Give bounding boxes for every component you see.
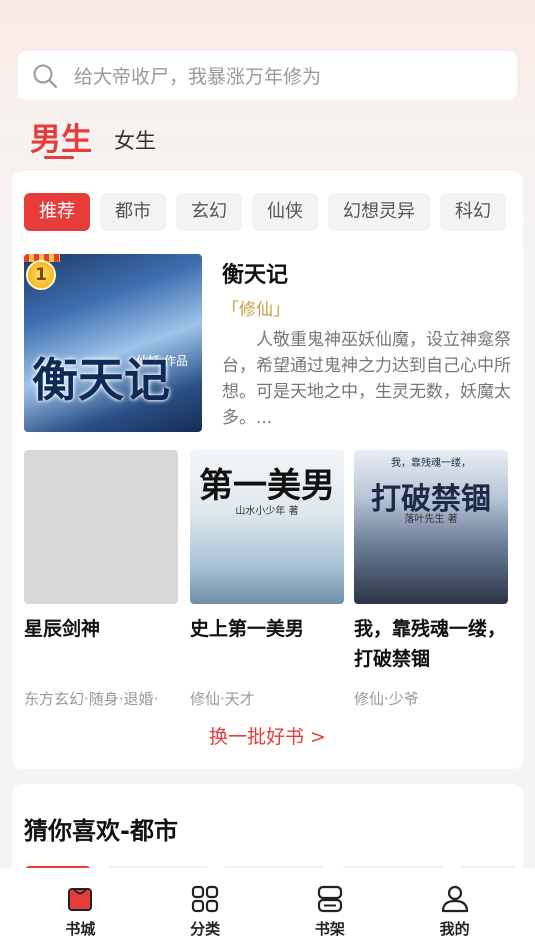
book-cover: 第一美男 山水小少年 著 bbox=[190, 450, 344, 604]
book-meta: 东方玄幻·随身·退婚· bbox=[24, 690, 159, 708]
tab-recommend[interactable]: 推荐 bbox=[24, 193, 90, 231]
featured-book-description: 人敬重鬼神巫妖仙魔，设立神龛祭台，希望通过鬼神之力达到自己心中所想。可是天地之中… bbox=[222, 330, 511, 428]
nav-bookshelf[interactable]: 书架 bbox=[282, 884, 378, 951]
nav-label: 书城 bbox=[65, 920, 96, 938]
book-item[interactable]: 第一美男 山水小少年 著 史上第一美男 修仙·天才 bbox=[190, 450, 344, 709]
search-placeholder: 给大帝收尸，我暴涨万年修为 bbox=[74, 66, 322, 88]
cover-author: 落叶先生 著 bbox=[404, 514, 458, 525]
cover-title: 第一美男 bbox=[199, 466, 335, 506]
nav-profile[interactable]: 我的 bbox=[407, 884, 503, 951]
cover-title: 衡天记 bbox=[32, 353, 170, 407]
cover-subtitle: 我，靠残魂一缕， bbox=[391, 458, 471, 469]
book-title: 星辰剑神 bbox=[24, 618, 101, 640]
search-icon bbox=[33, 64, 58, 88]
cover-author: 山水小少年 著 bbox=[235, 506, 299, 517]
category-grid-icon bbox=[192, 885, 219, 913]
section-title: 猜你喜欢-都市 bbox=[24, 817, 178, 845]
book-item[interactable]: 星辰剑神 东方玄幻·随身·退婚· bbox=[24, 450, 178, 709]
featured-book-tag: 「修仙」 bbox=[222, 300, 290, 320]
bookshelf-icon bbox=[317, 885, 342, 913]
search-bar[interactable]: 给大帝收尸，我暴涨万年修为 bbox=[18, 51, 517, 100]
nav-label: 我的 bbox=[439, 920, 470, 938]
featured-book-title[interactable]: 衡天记 bbox=[222, 257, 288, 289]
rank-badge: 1 bbox=[26, 260, 56, 290]
book-cover-placeholder bbox=[24, 450, 178, 604]
gender-tabs: 男生 女生 bbox=[30, 114, 156, 159]
bookstore-icon bbox=[68, 888, 93, 911]
book-title: 史上第一美男 bbox=[190, 618, 305, 640]
book-cover: 我，靠残魂一缕， 打破禁锢 落叶先生 著 bbox=[354, 450, 508, 604]
tab-supernatural[interactable]: 幻想灵异 bbox=[328, 193, 430, 231]
book-meta: 修仙·天才 bbox=[190, 690, 255, 708]
bottom-nav: 书城 分类 书架 我的 bbox=[0, 868, 535, 951]
category-tabs: 推荐 都市 玄幻 仙侠 幻想灵异 科幻 bbox=[24, 193, 511, 231]
book-meta: 修仙·少爷 bbox=[354, 690, 419, 708]
nav-label: 分类 bbox=[190, 920, 221, 938]
tab-female[interactable]: 女生 bbox=[114, 125, 156, 155]
refresh-books-button[interactable]: 换一批好书 > bbox=[12, 722, 523, 749]
profile-icon bbox=[441, 885, 468, 913]
recommend-card: 推荐 都市 玄幻 仙侠 幻想灵异 科幻 1 仙妖·作品 衡天记 衡天记 「修仙」 人敬重鬼… bbox=[12, 171, 523, 769]
tab-fantasy[interactable]: 玄幻 bbox=[176, 193, 242, 231]
tab-urban[interactable]: 都市 bbox=[100, 193, 166, 231]
nav-label: 书架 bbox=[314, 920, 345, 938]
nav-bookstore[interactable]: 书城 bbox=[32, 884, 128, 951]
nav-category[interactable]: 分类 bbox=[157, 884, 253, 951]
featured-book-cover[interactable]: 1 仙妖·作品 衡天记 bbox=[24, 254, 202, 432]
tab-scifi[interactable]: 科幻 bbox=[440, 193, 506, 231]
book-title: 我，靠残魂一缕，打破禁锢 bbox=[354, 618, 507, 670]
tab-male[interactable]: 男生 bbox=[30, 114, 92, 159]
tab-xianxia[interactable]: 仙侠 bbox=[252, 193, 318, 231]
book-item[interactable]: 我，靠残魂一缕， 打破禁锢 落叶先生 著 我，靠残魂一缕，打破禁锢 修仙·少爷 bbox=[354, 450, 508, 709]
